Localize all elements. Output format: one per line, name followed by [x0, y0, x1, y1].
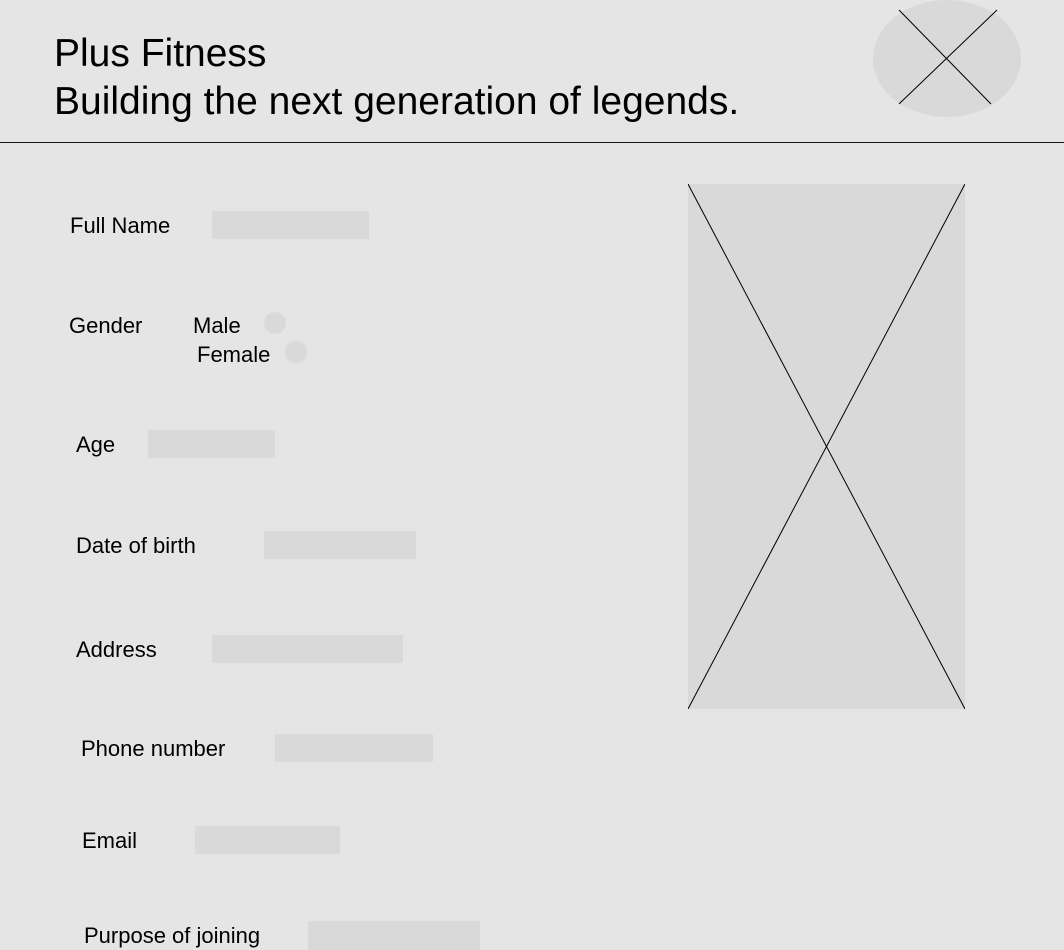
email-label: Email — [82, 828, 138, 853]
gender-option-male-radio[interactable] — [264, 312, 286, 334]
gender-option-male-label: Male — [193, 313, 241, 338]
brand-tagline: Building the next generation of legends. — [54, 80, 740, 123]
phone-label: Phone number — [81, 736, 226, 761]
gender-option-female-radio[interactable] — [285, 341, 307, 363]
age-label: Age — [76, 432, 116, 457]
address-input[interactable] — [212, 635, 403, 663]
phone-input[interactable] — [275, 734, 433, 762]
photo-image-placeholder-icon — [687, 183, 966, 710]
age-input[interactable] — [148, 430, 275, 458]
brand-title: Plus Fitness — [54, 32, 267, 75]
address-label: Address — [76, 637, 157, 662]
full-name-label: Full Name — [70, 213, 171, 238]
logo-image-placeholder-icon — [873, 0, 1021, 117]
full-name-input[interactable] — [212, 211, 369, 239]
dob-input[interactable] — [264, 531, 416, 559]
purpose-label: Purpose of joining — [84, 923, 261, 948]
header-divider — [0, 142, 1064, 143]
purpose-input[interactable] — [308, 921, 480, 950]
gender-label: Gender — [69, 313, 143, 338]
email-input[interactable] — [195, 826, 340, 854]
dob-label: Date of birth — [76, 533, 196, 558]
gender-option-female-label: Female — [197, 342, 271, 367]
